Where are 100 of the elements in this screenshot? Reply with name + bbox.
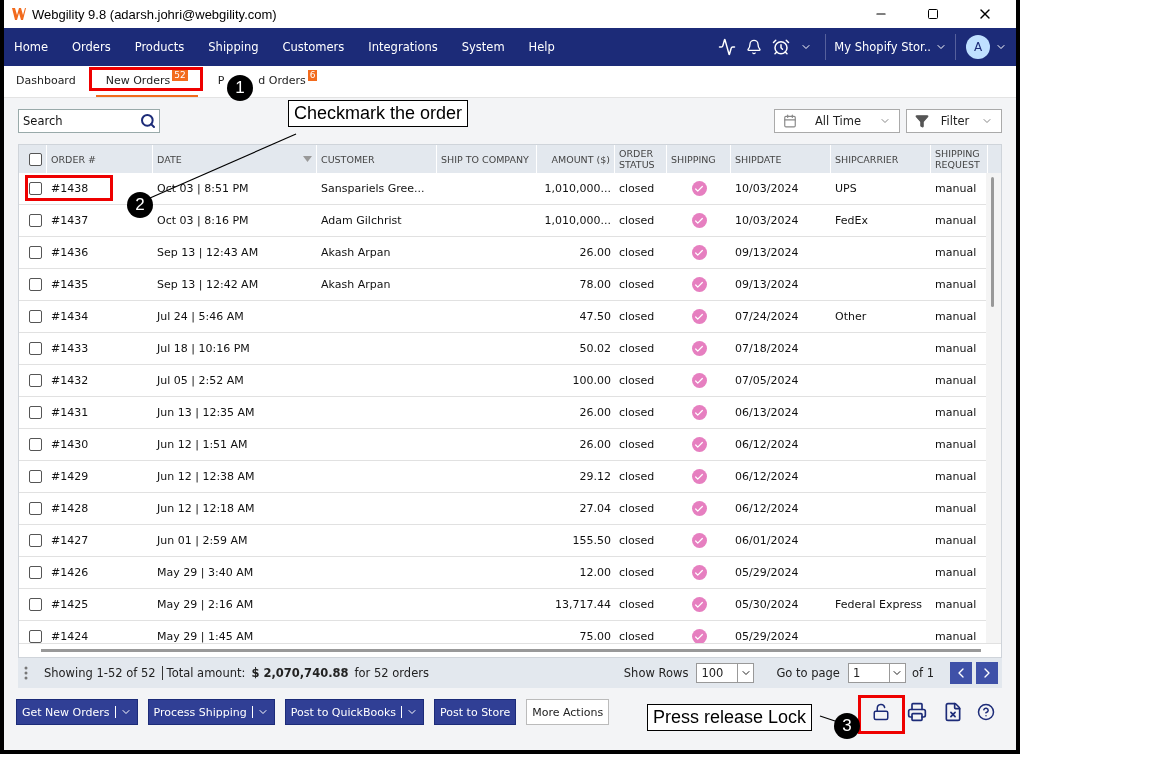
table-cell: #1432 bbox=[51, 374, 89, 387]
table-cell: Federal Express bbox=[835, 598, 922, 611]
column-header[interactable]: SHIPPING REQUEST bbox=[931, 145, 988, 173]
row-checkbox[interactable] bbox=[29, 278, 42, 291]
row-checkbox[interactable] bbox=[29, 406, 42, 419]
nav-menu-item[interactable]: Home bbox=[8, 40, 54, 54]
action-button[interactable]: Post to QuickBooks bbox=[284, 699, 425, 725]
action-button[interactable]: Post to Store bbox=[434, 699, 517, 725]
alarm-clock-icon[interactable] bbox=[772, 38, 791, 56]
table-cell: 27.04 bbox=[579, 502, 611, 515]
nav-menu-item[interactable]: System bbox=[455, 40, 511, 54]
row-checkbox[interactable] bbox=[29, 502, 42, 515]
table-cell: 12.00 bbox=[579, 566, 611, 579]
search-field[interactable]: Search bbox=[18, 109, 160, 133]
table-cell: #1426 bbox=[51, 566, 89, 579]
page-select[interactable]: 1 bbox=[847, 663, 906, 683]
column-header[interactable]: SHIPDATE bbox=[731, 145, 831, 173]
table-cell: 05/29/2024 bbox=[735, 566, 799, 579]
table-cell: 155.50 bbox=[572, 534, 611, 547]
tab[interactable]: Dashboard bbox=[6, 66, 86, 97]
table-cell: 29.12 bbox=[579, 470, 611, 483]
table-cell: closed bbox=[619, 598, 655, 611]
row-checkbox[interactable] bbox=[29, 182, 42, 195]
show-rows-label: Show Rows bbox=[623, 666, 689, 680]
table-cell: manual bbox=[935, 214, 977, 227]
column-header[interactable]: DATE bbox=[153, 145, 317, 173]
callout-text: Checkmark the order bbox=[288, 100, 469, 127]
filter-icon bbox=[915, 114, 929, 128]
nav-menu-item[interactable]: Customers bbox=[276, 40, 351, 54]
nav-menu-item[interactable]: Shipping bbox=[202, 40, 265, 54]
table-cell: 10/03/2024 bbox=[735, 182, 799, 195]
search-icon[interactable] bbox=[140, 113, 156, 129]
date-range-dropdown[interactable]: All Time bbox=[774, 109, 900, 133]
nav-menu-item[interactable]: Integrations bbox=[362, 40, 444, 54]
user-avatar[interactable]: A bbox=[966, 35, 990, 59]
table-cell: closed bbox=[619, 374, 655, 387]
row-checkbox[interactable] bbox=[29, 470, 42, 483]
row-checkbox[interactable] bbox=[29, 342, 42, 355]
table-cell: Jul 18 | 10:16 PM bbox=[157, 342, 250, 355]
column-header[interactable]: CUSTOMER bbox=[317, 145, 437, 173]
action-button[interactable]: Process Shipping bbox=[147, 699, 275, 725]
table-cell: #1431 bbox=[51, 406, 89, 419]
row-checkbox[interactable] bbox=[29, 598, 42, 611]
printer-icon[interactable] bbox=[907, 702, 927, 722]
help-icon[interactable] bbox=[977, 703, 995, 721]
table-cell: 26.00 bbox=[579, 406, 611, 419]
table-cell: May 29 | 2:16 AM bbox=[157, 598, 254, 611]
table-cell: 07/05/2024 bbox=[735, 374, 799, 387]
table-cell: Oct 03 | 8:16 PM bbox=[157, 214, 249, 227]
next-page-button[interactable] bbox=[976, 662, 998, 684]
column-header[interactable]: ORDER STATUS bbox=[615, 145, 667, 173]
bell-icon[interactable] bbox=[746, 39, 763, 55]
action-button[interactable]: Get New Orders bbox=[16, 699, 138, 725]
row-checkbox[interactable] bbox=[29, 438, 42, 451]
tab[interactable]: New Orders 52 bbox=[95, 66, 198, 97]
table-cell: closed bbox=[619, 182, 655, 195]
table-cell: FedEx bbox=[835, 214, 868, 227]
row-checkbox[interactable] bbox=[29, 374, 42, 387]
store-selector[interactable]: My Shopify Stor.. bbox=[825, 34, 956, 60]
table-cell: Jun 12 | 12:18 AM bbox=[157, 502, 255, 515]
table-cell: 26.00 bbox=[579, 246, 611, 259]
table-cell: manual bbox=[935, 342, 977, 355]
nav-menu-item[interactable]: Help bbox=[522, 40, 561, 54]
column-header[interactable]: AMOUNT ($) bbox=[537, 145, 615, 173]
unlock-icon[interactable] bbox=[872, 703, 890, 721]
app-logo-icon bbox=[12, 8, 26, 20]
table-cell: manual bbox=[935, 502, 977, 515]
count-badge: 52 bbox=[172, 70, 188, 81]
table-cell: 1,010,000... bbox=[544, 182, 611, 195]
nav-menu-item[interactable]: Orders bbox=[65, 40, 117, 54]
column-header[interactable]: ORDER # bbox=[47, 145, 153, 173]
table-cell: 50.02 bbox=[579, 342, 611, 355]
row-checkbox[interactable] bbox=[29, 214, 42, 227]
table-cell: Akash Arpan bbox=[321, 246, 391, 259]
column-header[interactable]: SHIPCARRIER bbox=[831, 145, 931, 173]
table-cell: 07/18/2024 bbox=[735, 342, 799, 355]
total-label: Total amount: bbox=[166, 666, 246, 680]
export-file-icon[interactable] bbox=[943, 702, 963, 722]
caret-icon bbox=[251, 706, 269, 718]
table-cell: manual bbox=[935, 470, 977, 483]
column-header[interactable]: SHIP TO COMPANY bbox=[437, 145, 537, 173]
nav-menu-item[interactable]: Products bbox=[128, 40, 191, 54]
previous-page-button[interactable] bbox=[950, 662, 972, 684]
table-cell: Adam Gilchrist bbox=[321, 214, 402, 227]
row-checkbox[interactable] bbox=[29, 246, 42, 259]
go-to-page-label: Go to page bbox=[776, 666, 840, 680]
row-checkbox[interactable] bbox=[29, 566, 42, 579]
total-amount: $ 2,070,740.88 bbox=[251, 666, 349, 680]
action-button[interactable]: More Actions bbox=[526, 699, 610, 725]
row-checkbox[interactable] bbox=[29, 534, 42, 547]
select-all-checkbox[interactable] bbox=[29, 152, 42, 166]
table-cell: 26.00 bbox=[579, 438, 611, 451]
row-checkbox[interactable] bbox=[29, 310, 42, 323]
filter-dropdown[interactable]: Filter bbox=[906, 109, 1002, 133]
column-header[interactable]: SHIPPING bbox=[667, 145, 731, 173]
rows-per-page-select[interactable]: 100 bbox=[696, 663, 755, 683]
vertical-scrollbar[interactable] bbox=[986, 173, 1001, 643]
row-checkbox[interactable] bbox=[29, 630, 42, 643]
table-cell: #1427 bbox=[51, 534, 89, 547]
activity-icon[interactable] bbox=[718, 38, 737, 56]
